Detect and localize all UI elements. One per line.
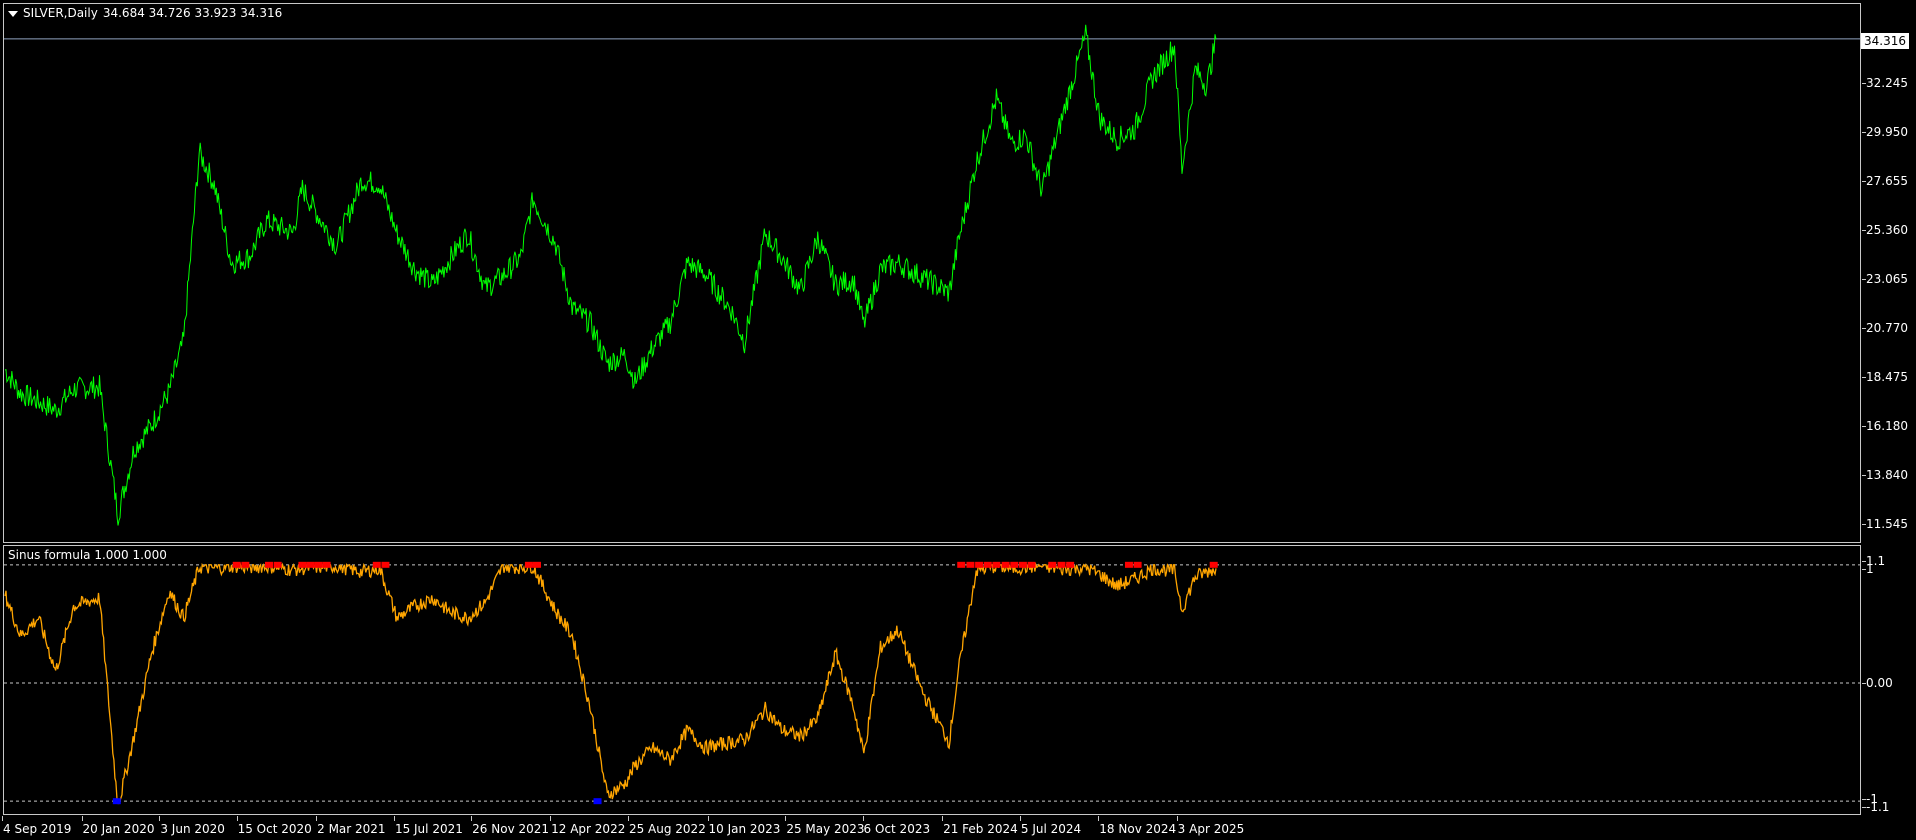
overbought-marker [314,561,323,568]
price-tick-label: 20.770 [1862,320,1908,335]
time-tick-label: 3 Jun 2020 [159,816,225,836]
overbought-marker [381,561,390,568]
time-tick-label: 5 Jul 2024 [1019,816,1082,836]
time-tick-label: 3 Apr 2025 [1176,816,1245,836]
overbought-marker [1048,561,1057,568]
overbought-marker [1027,561,1036,568]
price-tick-label: 13.840 [1862,468,1908,483]
overbought-marker [264,561,273,568]
time-tick-label: 4 Sep 2019 [1,816,72,836]
price-tick-label: 18.475 [1862,369,1908,384]
indicator-series-line [4,562,1217,805]
price-tick-label: 16.180 [1862,418,1908,433]
oversold-marker [112,798,121,805]
overbought-marker [1066,561,1075,568]
indicator-tick-label: 1 [1862,561,1874,576]
overbought-marker [232,561,241,568]
overbought-marker [957,561,966,568]
overbought-marker [983,561,992,568]
overbought-marker [1124,561,1133,568]
indicator-tick-label: -1.1 [1861,800,1890,815]
overbought-marker [1018,561,1027,568]
overbought-marker [241,561,250,568]
overbought-marker [524,561,533,568]
plot-canvas [4,24,1860,805]
overbought-marker [1010,561,1019,568]
overbought-marker [298,561,307,568]
price-series-line [4,24,1217,526]
overbought-marker [1001,561,1010,568]
current-price-badge: 34.316 [1861,33,1909,49]
indicator-tick-label: 0.00 [1862,676,1893,690]
overbought-marker [1057,561,1066,568]
overbought-marker [533,561,542,568]
time-tick-label: 21 Feb 2024 [942,816,1018,836]
time-tick-label: 25 May 2023 [785,816,865,836]
time-tick-label: 10 Jan 2023 [707,816,781,836]
time-tick-label: 25 Aug 2022 [627,816,706,836]
overbought-marker [372,561,381,568]
time-tick-label: 15 Jul 2021 [393,816,463,836]
time-tick-label: 15 Oct 2020 [236,816,312,836]
time-tick-label: 6 Oct 2023 [862,816,931,836]
oversold-marker [593,798,602,805]
overbought-marker [1133,561,1142,568]
time-tick-label: 18 Nov 2024 [1098,816,1177,836]
price-tick-label: 25.360 [1862,222,1908,237]
price-tick-label: 29.950 [1862,124,1908,139]
overbought-marker [966,561,975,568]
price-tick-label: 32.245 [1862,76,1908,90]
price-tick-label: 11.545 [1862,517,1908,532]
time-tick-label: 12 Apr 2022 [550,816,626,836]
overbought-marker [306,561,315,568]
time-axis[interactable]: 4 Sep 2019 20 Jan 2020 3 Jun 2020 15 Oct 20… [0,815,1916,840]
overbought-marker [992,561,1001,568]
time-tick-label: 2 Mar 2021 [316,816,386,836]
chart-window[interactable]: SILVER,Daily 34.684 34.726 33.923 34.316 … [0,0,1916,840]
overbought-marker [273,561,282,568]
time-tick-label: 26 Nov 2021 [471,816,550,836]
overbought-marker [322,561,331,568]
overbought-marker [1209,561,1218,568]
price-tick-label: 27.655 [1862,173,1908,188]
overbought-marker [975,561,984,568]
time-tick-label: 20 Jan 2020 [81,816,155,836]
price-tick-label: 23.065 [1862,271,1908,286]
